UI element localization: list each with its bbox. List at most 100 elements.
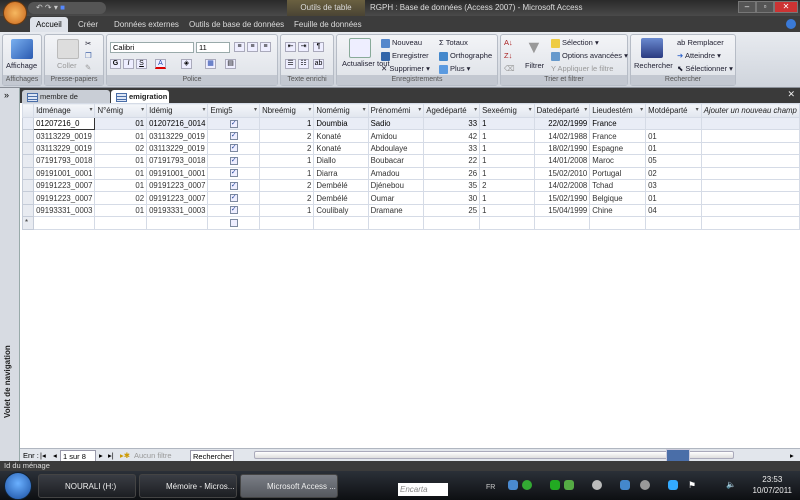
table-cell[interactable]: 09191223_0007 (33, 191, 96, 205)
column-header[interactable]: Ajouter un nouveau champ (700, 103, 800, 118)
table-cell[interactable]: 2 (479, 178, 535, 193)
nouveau-button[interactable]: Nouveau (381, 38, 422, 48)
emig5-checkbox[interactable]: ✓ (229, 132, 238, 141)
table-cell[interactable]: France (589, 116, 647, 131)
table-cell[interactable] (645, 116, 702, 131)
table-cell[interactable]: 01 (94, 203, 148, 218)
column-header[interactable]: Agedéparté ▾ (423, 103, 481, 118)
bullets-icon[interactable]: ☰ (285, 59, 296, 69)
indent-icon[interactable]: ⇤ (285, 42, 296, 52)
tab-outils-bdd[interactable]: Outils de base de données (183, 17, 290, 32)
scroll-right-icon[interactable]: ▸ (790, 450, 794, 461)
office-button[interactable] (3, 1, 27, 25)
table-cell[interactable] (700, 116, 800, 131)
row-selector[interactable] (21, 116, 35, 131)
table-cell[interactable]: 04 (645, 203, 702, 218)
paragraph-icon[interactable]: ¶ (313, 42, 324, 52)
table-cell[interactable]: Dramane (367, 203, 425, 218)
table-cell[interactable]: Tchad (589, 178, 647, 193)
column-dropdown-icon[interactable]: ▾ (308, 106, 311, 113)
alt-row-color-icon[interactable]: ▤ (225, 59, 236, 69)
table-cell[interactable]: Oumar (367, 191, 425, 205)
table-cell[interactable]: 02 (94, 191, 148, 205)
plus-button[interactable]: Plus ▾ (439, 64, 470, 74)
table-cell[interactable]: 03113229_0019 (146, 129, 209, 143)
filtrer-button[interactable]: Filtrer (525, 61, 544, 70)
table-cell[interactable]: Diallo (313, 154, 369, 168)
column-dropdown-icon[interactable]: ▾ (141, 106, 144, 113)
tray-icon[interactable] (668, 480, 678, 490)
column-header[interactable]: Nbreémig ▾ (259, 103, 315, 118)
table-row[interactable]: 09191001_0001 01 09191001_0001 ✓ 1 Diarra Amad… (21, 166, 800, 180)
table-cell[interactable]: 1 (259, 116, 315, 131)
supprimer-button[interactable]: ✕ Supprimer ▾ (381, 64, 430, 73)
table-row[interactable]: 07191793_0018 01 07191793_0018 ✓ 1 Diallo Boub… (21, 154, 800, 168)
table-cell[interactable]: 15/02/1990 (533, 191, 591, 205)
first-record-button[interactable]: |◂ (40, 450, 46, 461)
options-avancees-button[interactable]: Options avancées ▾ (551, 51, 628, 61)
align-left-icon[interactable]: ≡ (234, 42, 245, 52)
table-cell[interactable]: 2 (259, 178, 315, 193)
table-cell[interactable] (700, 203, 800, 218)
table-cell[interactable] (146, 216, 209, 230)
table-cell[interactable]: 01207216_0014 (146, 116, 209, 131)
table-cell[interactable]: Maroc (589, 154, 647, 168)
row-selector[interactable] (21, 191, 35, 205)
rechercher-button[interactable]: Rechercher (634, 61, 673, 70)
table-cell[interactable]: 2 (259, 191, 315, 205)
table-cell[interactable]: Belgique (589, 191, 647, 205)
emig5-checkbox[interactable]: ✓ (229, 206, 238, 215)
column-header[interactable]: Lieudestém ▾ (589, 103, 647, 118)
table-cell[interactable]: 01 (94, 129, 148, 143)
align-right-icon[interactable]: ≡ (260, 42, 271, 52)
table-cell[interactable]: Konaté (313, 129, 369, 143)
table-cell[interactable]: 14/02/1988 (533, 129, 591, 143)
table-cell[interactable]: 03113229_0019 (33, 141, 96, 156)
table-cell[interactable]: 1 (479, 141, 535, 156)
table-cell[interactable]: Amadou (367, 166, 425, 180)
table-cell[interactable]: 09191001_0001 (146, 166, 209, 180)
table-cell[interactable]: 09191223_0007 (146, 191, 209, 205)
help-icon[interactable] (786, 19, 796, 29)
table-cell[interactable]: 01207216_0 (33, 116, 96, 131)
table-cell[interactable] (533, 216, 591, 230)
table-cell[interactable]: 26 (423, 166, 481, 180)
task-nourali[interactable]: NOURALI (H:) (38, 474, 136, 498)
table-cell[interactable]: 03 (645, 178, 702, 193)
table-cell[interactable] (589, 216, 647, 230)
emig5-checkbox[interactable]: ✓ (229, 194, 238, 203)
row-selector[interactable] (21, 203, 35, 218)
font-name-select[interactable]: Calibri (110, 42, 194, 53)
column-dropdown-icon[interactable]: ▾ (584, 106, 587, 113)
table-cell[interactable]: Doumbia (313, 116, 369, 131)
emig5-checkbox[interactable]: ✓ (229, 144, 238, 153)
table-cell[interactable]: 05 (645, 154, 702, 168)
table-cell[interactable]: 1 (479, 154, 535, 168)
affichage-button[interactable]: Affichage (6, 61, 37, 70)
table-cell[interactable]: 01 (94, 178, 148, 193)
table-cell[interactable] (479, 216, 535, 230)
maximize-button[interactable]: ▫ (756, 1, 774, 13)
table-cell[interactable]: 14/01/2008 (533, 154, 591, 168)
table-cell[interactable]: ✓ (207, 191, 261, 205)
coller-button[interactable]: Coller (57, 61, 77, 70)
flag-icon[interactable]: ⚑ (688, 480, 696, 491)
emig5-checkbox[interactable]: ✓ (229, 156, 238, 165)
table-cell[interactable]: 01 (94, 166, 148, 180)
tray-icon[interactable] (592, 480, 602, 490)
last-record-button[interactable]: ▸| (108, 450, 114, 461)
column-header[interactable]: Datedéparté ▾ (533, 103, 591, 118)
table-row[interactable]: 09191223_0007 02 09191223_0007 ✓ 2 Dembélé Oum… (21, 191, 800, 205)
table-cell[interactable] (367, 216, 425, 230)
remplacer-button[interactable]: ab Remplacer (677, 38, 724, 47)
volume-icon[interactable]: 🔈 (726, 480, 736, 489)
outdent-icon[interactable]: ⇥ (298, 42, 309, 52)
tab-creer[interactable]: Créer (72, 17, 104, 32)
table-cell[interactable]: ✓ (207, 141, 261, 156)
table-cell[interactable]: 1 (479, 191, 535, 205)
table-cell[interactable]: 07191793_0018 (33, 154, 96, 168)
table-cell[interactable]: Konaté (313, 141, 369, 156)
emig5-checkbox-cell[interactable] (207, 216, 261, 230)
table-cell[interactable] (33, 216, 96, 230)
fill-color-icon[interactable]: ◈ (181, 59, 192, 69)
